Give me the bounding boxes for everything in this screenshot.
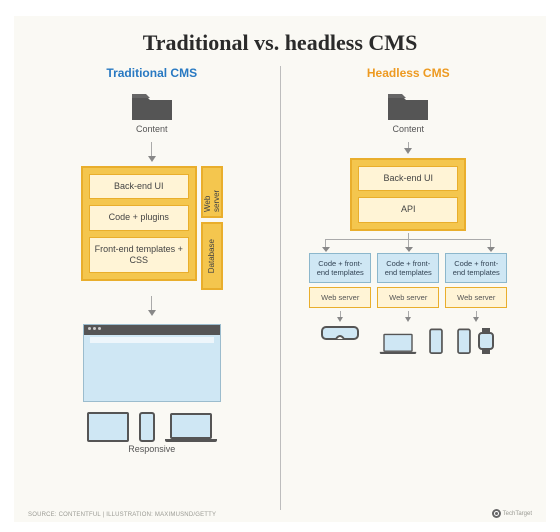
arrow-down-icon [405, 311, 411, 322]
tablet-icon [87, 412, 129, 442]
folder-icon [386, 90, 430, 122]
content-label: Content [136, 124, 168, 134]
consumer-1: Code + front-end templates Web server [309, 253, 371, 354]
layer-api: API [358, 197, 458, 222]
code-templates-box: Code + front-end templates [377, 253, 439, 283]
responsive-devices [87, 412, 217, 442]
browser-window-icon [83, 324, 221, 402]
laptop-icon [380, 333, 416, 353]
headless-heading: Headless CMS [367, 66, 450, 80]
layer-code-plugins: Code + plugins [89, 205, 189, 230]
code-templates-box: Code + front-end templates [309, 253, 371, 283]
vr-headset-icon [321, 324, 359, 342]
diagram-title: Traditional vs. headless CMS [24, 30, 536, 56]
side-web-server: Web server [201, 166, 223, 218]
arrow-down-icon [148, 296, 156, 316]
footer-brand: TechTarget [492, 509, 532, 518]
headless-layer-group: Back-end UI API [350, 158, 466, 231]
phone-icon [457, 328, 471, 354]
content-label: Content [392, 124, 424, 134]
web-server-box: Web server [445, 287, 507, 308]
phone-icon [429, 328, 443, 354]
consumer-2: Code + front-end templates Web server [377, 253, 439, 354]
side-database: Database [201, 222, 223, 290]
layer-backend-ui: Back-end UI [89, 174, 189, 199]
laptop-icon [165, 413, 217, 442]
web-server-box: Web server [377, 287, 439, 308]
footer-attribution: SOURCE: CONTENTFUL | ILLUSTRATION: MAXIM… [28, 512, 216, 518]
arrow-down-icon [337, 311, 343, 322]
arrow-down-icon [148, 142, 156, 162]
layer-frontend-templates: Front-end templates + CSS [89, 237, 189, 274]
smartwatch-icon [476, 328, 496, 354]
headless-column: Headless CMS Content Back-end UI API Co [281, 66, 537, 510]
traditional-layer-group: Back-end UI Code + plugins Front-end tem… [81, 166, 223, 290]
arrow-down-icon [404, 142, 412, 154]
techtarget-logo-icon [492, 509, 501, 518]
traditional-heading: Traditional CMS [106, 66, 197, 80]
code-templates-box: Code + front-end templates [445, 253, 507, 283]
consumer-row: Code + front-end templates Web server Co… [309, 253, 507, 354]
responsive-label: Responsive [128, 444, 175, 454]
arrow-down-icon [473, 311, 479, 322]
traditional-column: Traditional CMS Content Back-end UI Code… [24, 66, 280, 510]
phone-icon [139, 412, 155, 442]
web-server-box: Web server [309, 287, 371, 308]
layer-backend-ui: Back-end UI [358, 166, 458, 191]
folder-icon [130, 90, 174, 122]
fan-out-arrows-icon [313, 233, 503, 251]
consumer-3: Code + front-end templates Web server [445, 253, 507, 354]
